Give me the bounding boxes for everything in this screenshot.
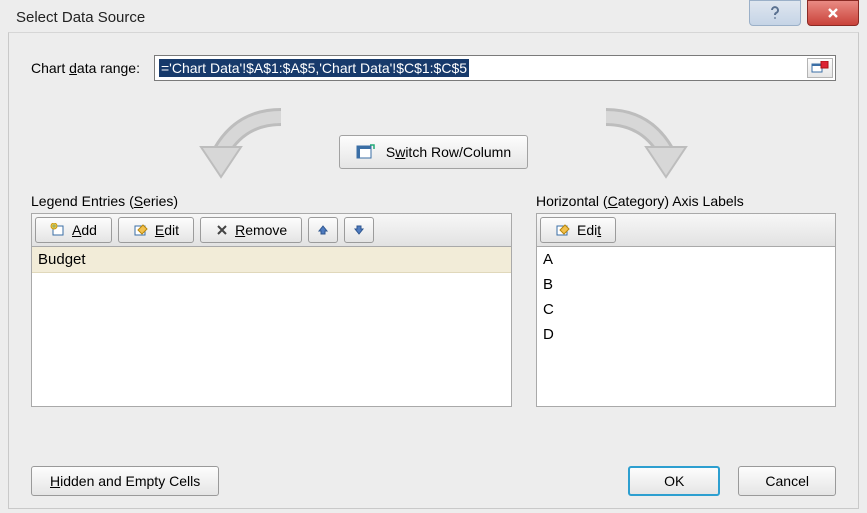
- cancel-button[interactable]: Cancel: [738, 466, 836, 496]
- close-button[interactable]: [807, 0, 859, 26]
- switch-area: Switch Row/Column: [31, 115, 836, 189]
- add-button[interactable]: Add: [35, 217, 112, 243]
- legend-title: Legend Entries (Series): [31, 193, 512, 209]
- legend-column: Legend Entries (Series) Add: [31, 193, 512, 407]
- axis-title: Horizontal (Category) Axis Labels: [536, 193, 836, 209]
- dialog-body: Chart data range: ='Chart Data'!$A$1:$A$…: [8, 32, 859, 509]
- chart-range-row: Chart data range: ='Chart Data'!$A$1:$A$…: [31, 55, 836, 81]
- close-icon: [825, 5, 841, 21]
- edit-icon: [133, 223, 149, 237]
- arrow-right-icon: [586, 107, 706, 187]
- arrow-down-icon: [353, 224, 365, 236]
- add-icon: [50, 223, 66, 237]
- titlebar-buttons: [749, 0, 859, 26]
- axis-toolbar: Edit: [536, 213, 836, 247]
- list-item[interactable]: C: [537, 297, 835, 322]
- arrow-up-icon: [317, 224, 329, 236]
- remove-icon: [215, 223, 229, 237]
- legend-toolbar: Add Edit Remove: [31, 213, 512, 247]
- remove-button[interactable]: Remove: [200, 217, 302, 243]
- list-item[interactable]: B: [537, 272, 835, 297]
- axis-listbox[interactable]: A B C D: [536, 247, 836, 407]
- switch-row-column-button[interactable]: Switch Row/Column: [339, 135, 528, 169]
- list-item[interactable]: A: [537, 247, 835, 272]
- move-down-button[interactable]: [344, 217, 374, 243]
- range-selector-button[interactable]: [807, 58, 833, 78]
- list-item[interactable]: Budget: [32, 247, 511, 273]
- switch-icon: [356, 143, 376, 161]
- move-up-button[interactable]: [308, 217, 338, 243]
- chart-range-value: ='Chart Data'!$A$1:$A$5,'Chart Data'!$C$…: [159, 59, 469, 77]
- hidden-empty-cells-button[interactable]: Hidden and Empty Cells: [31, 466, 219, 496]
- axis-column: Horizontal (Category) Axis Labels Edit A…: [536, 193, 836, 407]
- bottom-bar: Hidden and Empty Cells OK Cancel: [31, 466, 836, 496]
- list-item[interactable]: D: [537, 322, 835, 347]
- edit-series-button[interactable]: Edit: [118, 217, 194, 243]
- edit-axis-button[interactable]: Edit: [540, 217, 616, 243]
- ok-button[interactable]: OK: [628, 466, 720, 496]
- range-selector-icon: [811, 61, 829, 75]
- chart-range-label: Chart data range:: [31, 60, 140, 76]
- lists-row: Legend Entries (Series) Add: [31, 193, 836, 407]
- window-title: Select Data Source: [16, 9, 145, 26]
- edit-icon: [555, 223, 571, 237]
- help-button[interactable]: [749, 0, 801, 26]
- dialog-window: Select Data Source Chart data range: ='C…: [0, 0, 867, 513]
- arrow-left-icon: [181, 107, 301, 187]
- legend-listbox[interactable]: Budget: [31, 247, 512, 407]
- chart-range-input[interactable]: ='Chart Data'!$A$1:$A$5,'Chart Data'!$C$…: [154, 55, 836, 81]
- titlebar: Select Data Source: [0, 0, 867, 34]
- help-icon: [767, 5, 783, 21]
